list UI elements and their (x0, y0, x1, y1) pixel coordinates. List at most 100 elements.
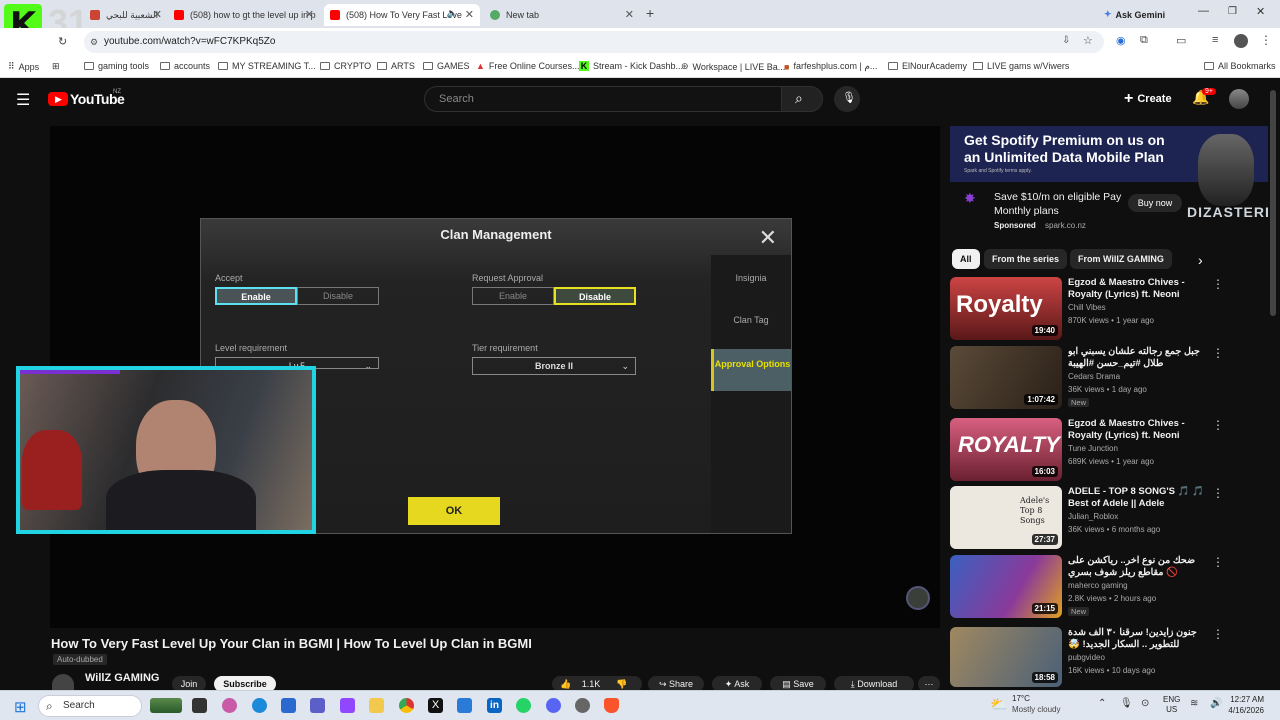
copilot-icon[interactable] (222, 698, 237, 713)
channel-name[interactable]: WillZ GAMING (85, 672, 159, 684)
card-channel[interactable]: Julian_Roblox (1068, 512, 1118, 521)
voice-search-button[interactable]: 🎙 (834, 86, 860, 112)
all-bookmarks[interactable]: All Bookmarks (1204, 61, 1276, 71)
video-card-title[interactable]: Egzod & Maestro Chives - Royalty (Lyrics… (1068, 277, 1208, 301)
reading-list-icon[interactable]: ≡ (1212, 34, 1218, 46)
browser-tab-active[interactable]: (508) How To Very Fast Leve 🔈 ✕ (324, 4, 480, 26)
bookmark-folder[interactable]: ARTS (377, 61, 415, 71)
twitch-icon[interactable] (340, 698, 355, 713)
x-icon[interactable]: X (428, 698, 443, 713)
bookmark-link[interactable]: ■ farfeshplus.com | م... (784, 61, 877, 72)
card-channel[interactable]: Chill Vibes (1068, 303, 1106, 312)
browser-tab[interactable]: الشعبية للبحي ✕ (84, 4, 168, 26)
tray-chevron-up-icon[interactable]: ⌃ (1098, 698, 1106, 709)
chrome-icon[interactable] (399, 698, 414, 713)
puzzle-icon[interactable]: ⧉ (1140, 34, 1148, 47)
windows-start-icon[interactable]: ⊞ (14, 698, 27, 716)
thumbnail[interactable]: 1:07:42 (950, 346, 1062, 409)
tray-app-icon[interactable]: ⊙ (1141, 698, 1149, 709)
new-tab-icon[interactable]: + (646, 5, 654, 21)
extension-icon[interactable]: ◉ (1116, 34, 1126, 47)
close-icon[interactable]: ✕ (625, 8, 634, 21)
window-close-icon[interactable]: ✕ (1256, 5, 1265, 18)
list-item[interactable]: 18:58 جنون زايدين! سرقنا ٣٠ الف شدة للتط… (950, 627, 1270, 687)
thumbnail[interactable]: 18:58 (950, 627, 1062, 687)
profile-avatar[interactable] (1234, 34, 1248, 48)
mic-tray-icon[interactable]: 🎙 (1120, 698, 1133, 709)
close-icon[interactable]: ✕ (465, 8, 474, 21)
bookmark-folder[interactable]: CRYPTO (320, 61, 371, 71)
thumbnail[interactable]: 21:15 (950, 555, 1062, 618)
chevron-right-icon[interactable]: › (1198, 252, 1203, 268)
store-icon[interactable] (281, 698, 296, 713)
linkedin-icon[interactable]: in (487, 698, 502, 713)
site-info-icon[interactable]: ⚙ (90, 31, 98, 53)
bookmark-folder[interactable]: LIVE gams w/Viwers (973, 61, 1069, 71)
chip-from-channel[interactable]: From WillZ GAMING (1070, 249, 1172, 269)
weather-icon[interactable]: ⛅ (990, 696, 1007, 713)
mail-icon[interactable] (457, 698, 472, 713)
wifi-icon[interactable]: ≋ (1190, 698, 1198, 709)
browser-tab[interactable]: (508) how to gt the level up in p ✕ (168, 4, 320, 26)
more-options-icon[interactable]: ⋮ (1212, 418, 1224, 432)
minimize-icon[interactable]: — (1198, 5, 1209, 17)
sponsored-ad[interactable]: Get Spotify Premium on us on an Unlimite… (950, 126, 1268, 240)
card-channel[interactable]: Cedars Drama (1068, 372, 1120, 381)
bookmark-folder[interactable]: accounts (160, 61, 210, 71)
video-card-title[interactable]: جبل جمع رجالته علشان يسبني ابو طلال #تيم… (1068, 346, 1208, 370)
bookmark-star-icon[interactable]: ☆ (1083, 34, 1093, 47)
ask-gemini-button[interactable]: ✦ Ask Gemini (1104, 6, 1174, 23)
bookmark-folder[interactable]: ElNourAcademy (888, 61, 967, 71)
list-item[interactable]: 1:07:42 جبل جمع رجالته علشان يسبني ابو ط… (950, 346, 1270, 412)
search-input[interactable]: Search (424, 86, 782, 112)
more-options-icon[interactable]: ⋮ (1212, 627, 1224, 641)
obs-icon[interactable] (575, 698, 590, 713)
buy-now-button[interactable]: Buy now (1128, 194, 1182, 212)
bookmark-link[interactable]: ⊛ Workspace | LIVE Ba... (681, 61, 785, 72)
card-channel[interactable]: pubgvideo (1068, 653, 1105, 662)
youtube-logo-icon[interactable]: ▶ (48, 92, 68, 106)
whatsapp-icon[interactable] (516, 698, 531, 713)
bookmark-link[interactable]: K Stream - Kick Dashb... (579, 61, 683, 71)
hamburger-menu-icon[interactable]: ☰ (16, 90, 30, 110)
cast-icon[interactable]: ▭ (1176, 34, 1186, 47)
more-options-icon[interactable]: ⋮ (1212, 277, 1224, 291)
account-avatar[interactable] (1229, 89, 1249, 109)
language-indicator[interactable]: ENG US (1163, 695, 1180, 715)
bookmark-folder[interactable]: MY STREAMING T... (218, 61, 316, 71)
video-card-title[interactable]: ضحك من نوع اخر.. رياكشن على مقاطع ريلز ش… (1068, 555, 1208, 579)
brave-icon[interactable] (604, 698, 619, 713)
discord-icon[interactable] (546, 698, 561, 713)
bookmark-apps[interactable]: ⠿ Apps (8, 61, 39, 72)
card-channel[interactable]: maherco gaming (1068, 581, 1128, 590)
list-item[interactable]: Adele's Top 8 Songs 27:37 ADELE - TOP 8 … (950, 486, 1270, 552)
more-options-icon[interactable]: ⋮ (1212, 346, 1224, 360)
chip-from-series[interactable]: From the series (984, 249, 1068, 269)
page-scrollbar[interactable] (1270, 90, 1276, 316)
thumbnail[interactable]: ROYALTY 16:03 (950, 418, 1062, 481)
more-options-icon[interactable]: ⋮ (1212, 555, 1224, 569)
install-icon[interactable]: ⇩ (1062, 35, 1070, 46)
card-channel[interactable]: Tune Junction (1068, 444, 1118, 453)
channel-avatar[interactable] (52, 674, 74, 690)
bookmark-folder[interactable]: GAMES (423, 61, 470, 71)
maximize-icon[interactable]: ❐ (1228, 6, 1237, 17)
list-item[interactable]: ROYALTY 16:03 Egzod & Maestro Chives - R… (950, 418, 1270, 484)
search-button[interactable]: ⌕ (781, 86, 823, 112)
widgets-icon[interactable] (150, 698, 182, 713)
teams-icon[interactable] (310, 698, 325, 713)
video-card-title[interactable]: Egzod & Maestro Chives - Royalty (Lyrics… (1068, 418, 1208, 442)
clock[interactable]: 12:27 AM 4/16/2026 (1228, 694, 1264, 716)
browser-tab[interactable]: New tab ✕ (484, 4, 640, 26)
channel-watermark[interactable] (906, 586, 930, 610)
create-button[interactable]: + Create (1124, 90, 1172, 108)
bookmark-grid[interactable]: ⊞ (52, 61, 60, 72)
more-options-icon[interactable]: ⋮ (1212, 486, 1224, 500)
thumbs-up-icon[interactable]: 👍 (560, 679, 571, 689)
url-field[interactable]: ⚙ youtube.com/watch?v=wFC7KPKq5Zo (84, 31, 1104, 53)
task-view-icon[interactable] (192, 698, 207, 713)
list-item[interactable]: 21:15 ضحك من نوع اخر.. رياكشن على مقاطع … (950, 555, 1270, 621)
thumbnail[interactable]: Adele's Top 8 Songs 27:37 (950, 486, 1062, 549)
close-icon[interactable]: ✕ (153, 8, 162, 21)
taskbar-search[interactable]: ⌕ Search (38, 695, 142, 717)
